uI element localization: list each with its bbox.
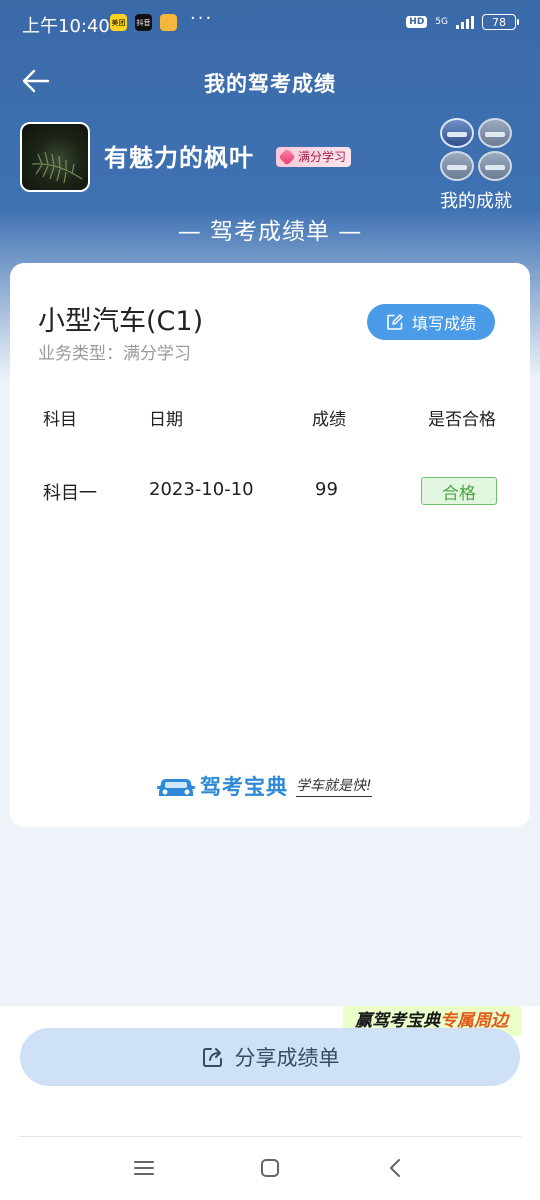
douyin-icon: 抖音 (135, 14, 152, 31)
car-logo-icon (157, 779, 195, 796)
license-type: 小型汽车(C1) (38, 306, 204, 337)
medal-icon (478, 118, 512, 148)
page-title: 我的驾考成绩 (204, 72, 336, 96)
header-date: 日期 (149, 410, 183, 430)
menu-icon[interactable] (132, 1156, 156, 1180)
brand-slogan: 学车就是快! (296, 775, 372, 797)
edit-icon (387, 314, 403, 330)
row-subject: 科目一 (43, 483, 97, 504)
medal-icon (440, 118, 474, 148)
brand-logo: 驾考宝典 学车就是快! (156, 771, 372, 801)
table-row: 科目一 2023-10-10 99 合格 (10, 477, 530, 509)
avatar-pine-image (31, 151, 83, 184)
fill-score-label: 填写成绩 (411, 314, 476, 333)
message-icon: 消息 (160, 14, 177, 31)
meituan-icon: 美团 (110, 14, 127, 31)
business-type: 业务类型：满分学习 (38, 344, 191, 364)
header-subject: 科目 (43, 410, 77, 430)
battery-level: 78 (492, 15, 506, 29)
fill-score-button[interactable]: 填写成绩 (367, 304, 495, 340)
share-icon (202, 1048, 222, 1067)
back-icon[interactable] (384, 1156, 408, 1180)
achievements-button[interactable]: 我的成就 (438, 118, 514, 218)
achievements-label: 我的成就 (440, 191, 512, 212)
status-bar: 上午10:40 美团 抖音 消息 ··· HD 5G 78 (0, 0, 540, 46)
row-date: 2023-10-10 (149, 479, 254, 500)
header-score: 成绩 (312, 410, 346, 430)
home-icon[interactable] (258, 1156, 282, 1180)
username: 有魅力的枫叶 (104, 144, 254, 172)
status-right: HD 5G 78 (406, 14, 519, 30)
share-report-button[interactable]: 分享成绩单 (20, 1028, 520, 1086)
divider (18, 1136, 522, 1137)
header-passed: 是否合格 (428, 410, 496, 430)
status-time: 上午10:40 (22, 16, 110, 37)
gem-icon (278, 148, 296, 166)
system-nav-bar (0, 1150, 540, 1186)
battery-icon: 78 (482, 14, 519, 30)
avatar[interactable] (20, 122, 90, 192)
status-app-icons: 美团 抖音 消息 (110, 14, 177, 31)
share-report-label: 分享成绩单 (234, 1046, 340, 1070)
pass-status-badge: 合格 (421, 477, 497, 505)
medal-icon (478, 151, 512, 181)
user-badge-label: 满分学习 (298, 150, 347, 164)
hd-icon: HD (406, 16, 428, 28)
report-title: — 驾考成绩单 — (177, 219, 363, 245)
signal-icon (456, 15, 474, 29)
nav-bar: 我的驾考成绩 (0, 58, 540, 104)
user-badge: 满分学习 (276, 147, 352, 167)
row-score: 99 (315, 479, 338, 500)
medal-grid (438, 118, 514, 181)
network-type: 5G (435, 16, 448, 27)
score-card: 小型汽车(C1) 业务类型：满分学习 填写成绩 科目 日期 成绩 是否合格 科目… (10, 263, 530, 827)
brand-name: 驾考宝典 (200, 775, 288, 799)
medal-icon (440, 151, 474, 181)
status-more-icon: ··· (190, 8, 214, 29)
